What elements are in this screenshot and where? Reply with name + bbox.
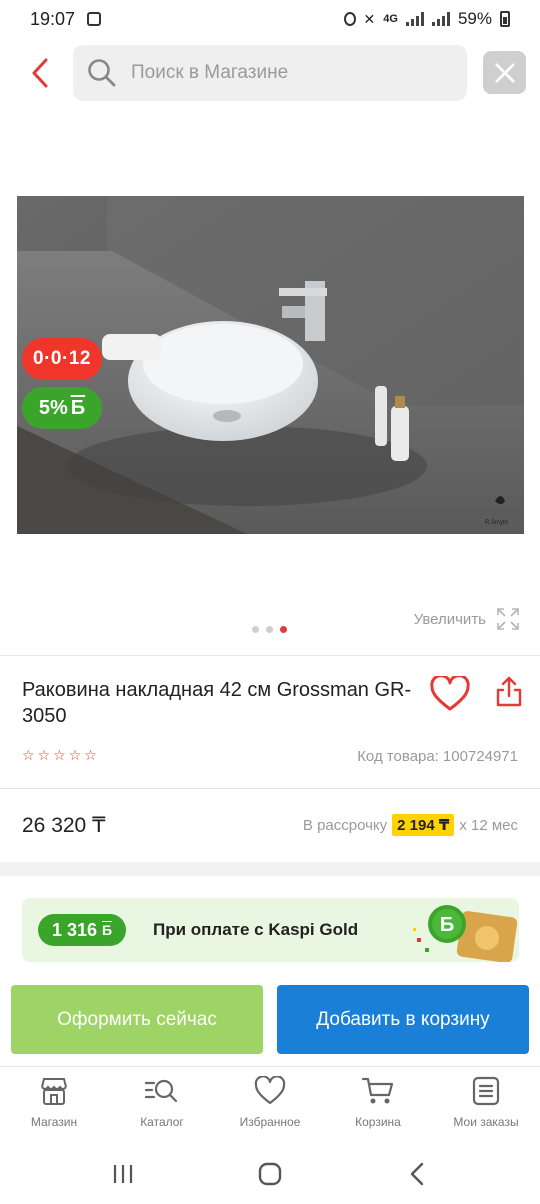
installment-info: В рассрочку 2 194 ₸ х 12 мес [303,814,518,836]
alarm-icon [343,12,356,26]
tab-shop[interactable]: Магазин [0,1067,108,1144]
battery-percent: 59% [457,9,492,28]
catalog-search-icon [144,1079,178,1103]
tab-catalog[interactable]: Каталог [108,1067,216,1144]
bottom-tab-bar: Магазин Каталог Избранное Корзина Мои за… [0,1066,540,1144]
kaspi-gold-deco-symbol: Б [440,914,454,936]
chevron-left-icon [32,58,48,88]
expand-icon [497,608,519,630]
bonus-badge-currency: Б [70,396,86,419]
kaspi-gold-text: При оплате с Kaspi Gold [153,920,359,939]
kaspi-gold-bonus-amount: 1 316 [52,919,98,940]
tab-label: Избранное [239,1115,301,1129]
favorite-button[interactable] [430,674,470,717]
star-icon: ☆ [84,747,97,763]
search-input[interactable] [131,62,431,84]
system-nav-bar [0,1144,540,1204]
notification-icon [87,12,102,26]
kaspi-gold-decoration: Б [413,905,518,962]
search-icon [88,59,116,87]
heart-icon [254,1076,286,1105]
recent-apps-button[interactable] [93,1154,153,1194]
star-icon: ☆ [37,747,51,763]
kaspi-gold-bonus-pill: 1 316 Б [38,914,127,946]
tab-label: Каталог [140,1115,184,1129]
orders-icon [472,1076,500,1106]
star-icon: ☆ [68,747,82,763]
kaspi-gold-banner[interactable]: 1 316 Б При оплате с Kaspi Gold Б [22,898,519,962]
heart-icon [430,674,470,711]
share-icon [496,676,522,707]
home-button[interactable] [240,1154,300,1194]
status-bar: 19:07 ✕ 4G 59% [0,0,540,38]
kaspi-gold-bonus-currency: Б [102,922,113,938]
bonus-badge-percent: 5% [38,396,68,419]
mute-icon: ✕ [363,10,376,27]
gallery-dot-active[interactable] [280,626,287,633]
rating-stars[interactable]: ☆ ☆ ☆ ☆ ☆ [22,748,97,762]
image-watermark: R.Smyth [485,520,508,526]
product-title: Раковина накладная 42 см Grossman GR-305… [22,679,412,727]
recent-apps-icon [114,1165,133,1183]
search-header [0,45,540,103]
product-sku: Код товара: 100724971 [357,748,518,765]
network-label: 4G [383,13,398,25]
back-arrow-icon [410,1162,423,1186]
home-icon [258,1162,282,1186]
installment-amount: 2 194 ₸ [392,814,455,836]
tab-label: Мои заказы [453,1115,519,1129]
divider [0,655,540,656]
close-icon [494,62,515,83]
add-to-cart-button[interactable]: Добавить в корзину [277,985,529,1054]
zoom-label: Увеличить [413,610,486,628]
search-bar[interactable] [73,45,467,101]
zoom-button[interactable]: Увеличить [414,607,520,631]
bonus-badge: 5% Б [22,387,102,429]
tab-cart[interactable]: Корзина [324,1067,432,1144]
tab-orders[interactable]: Мои заказы [432,1067,540,1144]
signal-icon-2 [431,12,450,26]
gallery-dots[interactable] [252,626,287,633]
shop-icon [41,1078,67,1105]
installment-suffix: х 12 мес [459,816,518,834]
sku-label: Код товара: [357,748,439,765]
sku-value: 100724971 [442,748,518,765]
gallery-dot[interactable] [252,626,259,633]
star-icon: ☆ [53,747,66,763]
installment-prefix: В рассрочку [302,816,388,834]
star-icon: ☆ [22,747,35,763]
back-button[interactable] [22,53,58,93]
status-time: 19:07 [30,8,76,29]
signal-icon [405,12,424,26]
installment-badge: 0·0·12 [22,338,102,380]
divider [0,788,540,789]
tab-favorites[interactable]: Избранное [216,1067,324,1144]
gallery-dot[interactable] [266,626,273,633]
tab-label: Магазин [30,1115,78,1129]
cart-icon [361,1077,394,1104]
system-back-button[interactable] [387,1154,447,1194]
tab-label: Корзина [355,1115,401,1129]
share-button[interactable] [495,676,523,713]
close-button[interactable] [483,51,526,94]
checkout-now-button[interactable]: Оформить сейчас [11,985,263,1054]
battery-icon [500,11,510,27]
section-divider [0,862,540,876]
product-price: 26 320 ₸ [22,814,106,837]
